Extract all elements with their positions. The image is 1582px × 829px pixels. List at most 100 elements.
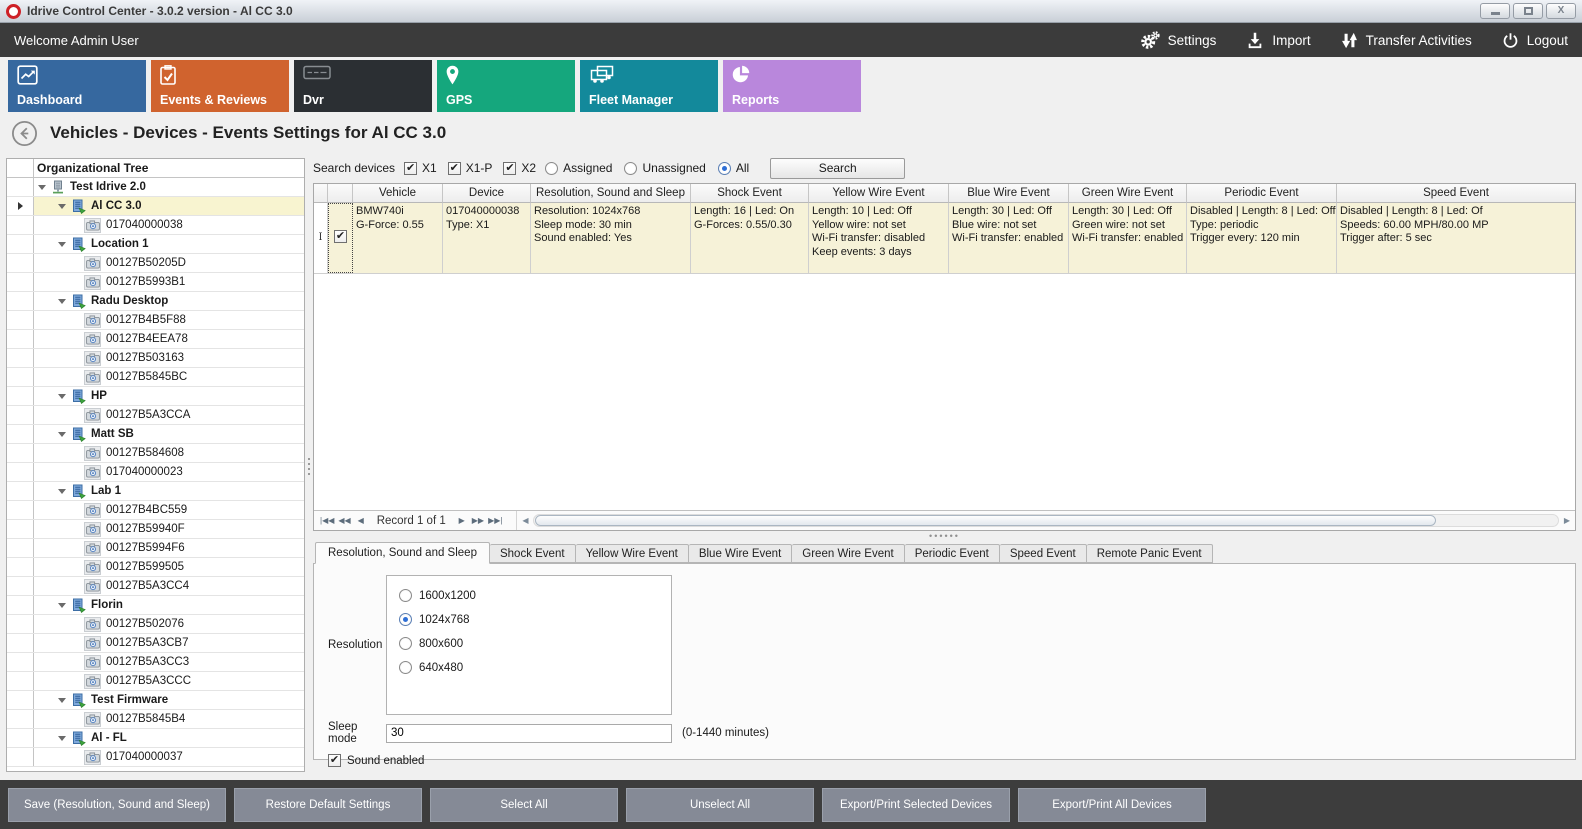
sleep-mode-input[interactable]	[386, 724, 672, 743]
tree-node[interactable]: 00127B5A3CB7	[7, 634, 304, 653]
tree-node[interactable]: 00127B5845B4	[7, 710, 304, 729]
prev-record-button[interactable]: ◀	[353, 516, 369, 525]
filter-checkbox-x1-p[interactable]: ✔X1-P	[448, 161, 493, 175]
tree-node[interactable]: 00127B502076	[7, 615, 304, 634]
unselect-all-button[interactable]: Unselect All	[626, 788, 814, 822]
column-header[interactable]: Green Wire Event	[1069, 184, 1187, 203]
save-resolution-sound-sleep-button[interactable]: Save (Resolution, Sound and Sleep)	[8, 788, 226, 822]
sound-enabled-checkbox[interactable]: ✔ Sound enabled	[328, 754, 1575, 767]
row-select-checkbox[interactable]: ✔	[328, 203, 353, 273]
tree-node[interactable]: Test Idrive 2.0	[7, 178, 304, 197]
nav-tile-dvr[interactable]: Dvr	[294, 60, 432, 112]
scrollbar-thumb[interactable]	[535, 515, 1436, 526]
filter-radio-unassigned[interactable]: Unassigned	[624, 161, 705, 175]
tree-node[interactable]: 00127B4EEA78	[7, 330, 304, 349]
tree-node[interactable]: 00127B5A3CCA	[7, 406, 304, 425]
tab-shock-event[interactable]: Shock Event	[490, 544, 576, 563]
scroll-left-arrow[interactable]: ◀	[517, 516, 533, 525]
collapse-expander-icon[interactable]	[58, 736, 66, 741]
device-row[interactable]: I✔BMW740iG-Force: 0.55017040000038Type: …	[314, 203, 1575, 274]
export-print-all-devices-button[interactable]: Export/Print All Devices	[1018, 788, 1206, 822]
select-all-button[interactable]: Select All	[430, 788, 618, 822]
collapse-expander-icon[interactable]	[58, 603, 66, 608]
collapse-expander-icon[interactable]	[58, 432, 66, 437]
restore-default-settings-button[interactable]: Restore Default Settings	[234, 788, 422, 822]
column-header[interactable]: Periodic Event	[1187, 184, 1337, 203]
vertical-splitter[interactable]	[305, 152, 313, 780]
tree-node[interactable]: 00127B5993B1	[7, 273, 304, 292]
tree-node[interactable]: 00127B503163	[7, 349, 304, 368]
nav-tile-fleet-manager[interactable]: Fleet Manager	[580, 60, 718, 112]
settings-button[interactable]: Settings	[1140, 30, 1217, 50]
horizontal-splitter[interactable]: ••••••	[313, 531, 1576, 541]
tree-node[interactable]: Lab 1	[7, 482, 304, 501]
search-button[interactable]: Search	[770, 158, 905, 179]
filter-checkbox-x1[interactable]: ✔X1	[404, 161, 437, 175]
tree-node[interactable]: 00127B5A3CC4	[7, 577, 304, 596]
scrollbar-track[interactable]	[533, 514, 1559, 527]
tree-node[interactable]: HP	[7, 387, 304, 406]
resolution-option-640x480[interactable]: 640x480	[399, 661, 671, 674]
tree-node[interactable]: Al - FL	[7, 729, 304, 748]
back-button[interactable]	[10, 119, 38, 147]
filter-checkbox-x2[interactable]: ✔X2	[503, 161, 536, 175]
tab-blue-wire-event[interactable]: Blue Wire Event	[689, 544, 792, 563]
tree-node[interactable]: Florin	[7, 596, 304, 615]
column-header[interactable]: Shock Event	[691, 184, 809, 203]
tree-node[interactable]: 017040000023	[7, 463, 304, 482]
column-header[interactable]: Yellow Wire Event	[809, 184, 949, 203]
resolution-option-1024x768[interactable]: 1024x768	[399, 613, 671, 626]
tree-node[interactable]: 00127B584608	[7, 444, 304, 463]
tree-node[interactable]: 00127B50205D	[7, 254, 304, 273]
prev-page-record-button[interactable]: ◀◀	[336, 516, 352, 525]
export-print-selected-devices-button[interactable]: Export/Print Selected Devices	[822, 788, 1010, 822]
transfer-button[interactable]: Transfer Activities	[1341, 31, 1472, 50]
tree-node[interactable]: 00127B4BC559	[7, 501, 304, 520]
first-record-button[interactable]: |◀◀	[318, 516, 336, 525]
tab-resolution-sound-and-sleep[interactable]: Resolution, Sound and Sleep	[315, 542, 490, 564]
collapse-expander-icon[interactable]	[58, 698, 66, 703]
resolution-option-800x600[interactable]: 800x600	[399, 637, 671, 650]
minimize-button[interactable]	[1480, 3, 1510, 19]
tree-node[interactable]: Matt SB	[7, 425, 304, 444]
collapse-expander-icon[interactable]	[58, 242, 66, 247]
collapse-expander-icon[interactable]	[58, 394, 66, 399]
tab-remote-panic-event[interactable]: Remote Panic Event	[1087, 544, 1213, 563]
tree-node[interactable]: 00127B5845BC	[7, 368, 304, 387]
maximize-button[interactable]	[1513, 3, 1543, 19]
close-button[interactable]: X	[1546, 3, 1576, 19]
tab-yellow-wire-event[interactable]: Yellow Wire Event	[576, 544, 689, 563]
nav-tile-gps[interactable]: GPS	[437, 60, 575, 112]
tree-node[interactable]: 017040000038	[7, 216, 304, 235]
tree-node[interactable]: 00127B4B5F88	[7, 311, 304, 330]
tab-green-wire-event[interactable]: Green Wire Event	[792, 544, 904, 563]
column-header[interactable]: Blue Wire Event	[949, 184, 1069, 203]
next-record-button[interactable]: ▶	[454, 516, 470, 525]
tab-periodic-event[interactable]: Periodic Event	[905, 544, 1000, 563]
resolution-option-1600x1200[interactable]: 1600x1200	[399, 589, 671, 602]
nav-tile-reports[interactable]: Reports	[723, 60, 861, 112]
tree-node[interactable]: 00127B5994F6	[7, 539, 304, 558]
column-header[interactable]: Device	[443, 184, 531, 203]
tree-node[interactable]: Location 1	[7, 235, 304, 254]
column-header[interactable]: Vehicle	[353, 184, 443, 203]
scroll-right-arrow[interactable]: ▶	[1559, 516, 1575, 525]
collapse-expander-icon[interactable]	[58, 299, 66, 304]
tab-speed-event[interactable]: Speed Event	[1000, 544, 1087, 563]
collapse-expander-icon[interactable]	[58, 204, 66, 209]
tree-node[interactable]: 00127B59940F	[7, 520, 304, 539]
tree-node[interactable]: 00127B5A3CCC	[7, 672, 304, 691]
tree-node[interactable]: 00127B599505	[7, 558, 304, 577]
collapse-expander-icon[interactable]	[38, 185, 46, 190]
last-record-button[interactable]: ▶▶|	[486, 516, 504, 525]
filter-radio-assigned[interactable]: Assigned	[545, 161, 612, 175]
tree-node[interactable]: 017040000037	[7, 748, 304, 767]
nav-tile-events-reviews[interactable]: Events & Reviews	[151, 60, 289, 112]
column-header[interactable]: Speed Event	[1337, 184, 1575, 203]
collapse-expander-icon[interactable]	[58, 489, 66, 494]
import-button[interactable]: Import	[1246, 31, 1310, 49]
tree-node[interactable]: Test Firmware	[7, 691, 304, 710]
tree-node[interactable]: 00127B5A3CC3	[7, 653, 304, 672]
filter-radio-all[interactable]: All	[718, 161, 749, 175]
nav-tile-dashboard[interactable]: Dashboard	[8, 60, 146, 112]
